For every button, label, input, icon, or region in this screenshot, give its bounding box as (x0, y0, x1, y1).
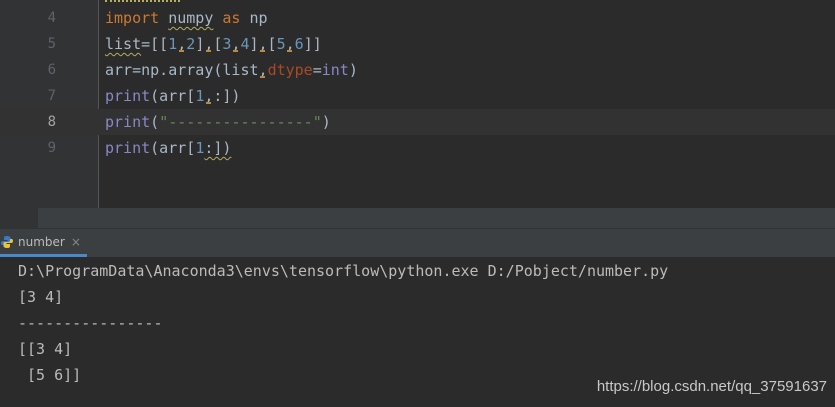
code-text[interactable]: print(arr[1,:]) (105, 83, 240, 109)
console-line: [3 4] (18, 288, 64, 306)
code-line[interactable]: 9 print(arr[1:]) (0, 135, 835, 161)
code-text[interactable]: print("----------------") (105, 109, 331, 135)
console-line: [[3 4] (18, 340, 73, 358)
run-tab-label: number (18, 234, 65, 249)
code-text[interactable]: arr=np.array(list,dtype=int) (105, 57, 358, 83)
code-line-current[interactable]: 8 print("----------------") (0, 109, 835, 135)
line-number: 4 (47, 10, 56, 26)
line-number: 8 (47, 114, 56, 130)
console-line: ---------------- (18, 314, 163, 332)
code-text[interactable]: print(arr[1:]) (105, 135, 231, 161)
code-text[interactable]: list=[[1,2],[3,4],[5,6]] (105, 31, 322, 57)
editor-horizontal-scrollbar[interactable] (38, 208, 835, 228)
run-tab-number[interactable]: number × (0, 229, 87, 257)
code-line[interactable]: 7 print(arr[1,:]) (0, 83, 835, 109)
line-number: 7 (47, 88, 56, 104)
console-line: [5 6]] (18, 366, 82, 384)
line-number: 9 (47, 140, 56, 156)
code-line[interactable]: 5 list=[[1,2],[3,4],[5,6]] (0, 31, 835, 57)
code-line[interactable]: 4 import numpy as np (0, 5, 835, 31)
code-text[interactable]: import numpy as np (105, 5, 268, 31)
line-number: 5 (47, 36, 56, 52)
code-line[interactable]: 6 arr=np.array(list,dtype=int) (0, 57, 835, 83)
console-line: D:\ProgramData\Anaconda3\envs\tensorflow… (18, 262, 669, 280)
line-number: 6 (47, 62, 56, 78)
close-icon[interactable]: × (71, 235, 81, 249)
python-icon (1, 235, 13, 248)
run-tool-window-header: number × (0, 228, 835, 257)
code-editor[interactable]: 4 import numpy as np 5 list=[[1,2],[3,4]… (0, 0, 835, 228)
watermark-url: https://blog.csdn.net/qq_37591637 (596, 378, 827, 395)
